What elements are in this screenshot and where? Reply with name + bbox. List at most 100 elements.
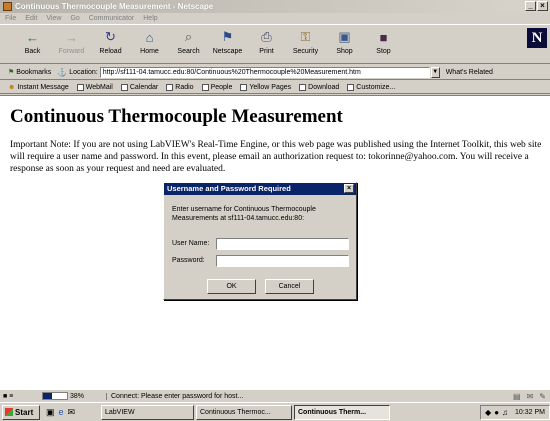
navigator-icon[interactable]: ▤	[513, 392, 521, 401]
dialog-close-button[interactable]: ×	[344, 184, 354, 193]
yellow-pages-label: Yellow Pages	[249, 83, 292, 91]
stop-button[interactable]: ■ Stop	[365, 25, 402, 63]
password-label: Password:	[172, 257, 205, 264]
personal-toolbar: ☻ Instant Message WebMail Calendar Radio …	[0, 81, 550, 94]
internet-explorer-icon[interactable]: e	[59, 407, 64, 418]
search-icon: ⌕	[184, 29, 193, 44]
instant-message-link[interactable]: ☻ Instant Message	[8, 84, 69, 91]
menu-help[interactable]: Help	[143, 15, 157, 22]
calendar-label: Calendar	[129, 83, 159, 91]
progress-bar	[42, 392, 68, 400]
menu-bar: File Edit View Go Communicator Help	[0, 13, 550, 24]
windows-taskbar: Start ▣ e ✉ LabVIEW Continuous Thermoc..…	[0, 402, 550, 421]
netscape-app-icon	[3, 2, 12, 11]
calendar-link[interactable]: Calendar	[120, 83, 159, 91]
security-button[interactable]: ⚿ Security	[287, 25, 324, 63]
search-button-label: Search	[177, 48, 200, 55]
bookmark-page-icon	[201, 83, 209, 91]
mail-icon[interactable]: ✉	[527, 392, 534, 401]
quick-launch: ▣ e ✉	[46, 407, 101, 418]
webmail-link[interactable]: WebMail	[76, 83, 113, 91]
home-button-label: Home	[140, 48, 159, 55]
start-label: Start	[15, 407, 34, 417]
volume-icon[interactable]: ♫	[502, 408, 508, 417]
reload-button[interactable]: ↻ Reload	[92, 25, 129, 63]
menu-file[interactable]: File	[5, 15, 16, 22]
netscape-button-label: Netscape	[212, 48, 243, 55]
shop-button[interactable]: ▣ Shop	[326, 25, 363, 63]
username-input[interactable]	[216, 238, 349, 250]
whats-related-button[interactable]: What's Related	[446, 69, 493, 76]
download-link[interactable]: Download	[299, 83, 340, 91]
security-status-icon[interactable]: ■ ≡	[0, 393, 40, 400]
bookmark-page-icon	[76, 83, 84, 91]
window-controls: _ ×	[525, 1, 548, 11]
progress-fill	[43, 393, 53, 399]
bookmarks-label: Bookmarks	[16, 68, 52, 76]
security-button-label: Security	[292, 48, 319, 55]
task-labview[interactable]: LabVIEW	[101, 404, 194, 420]
status-message: Connect: Please enter password for host.…	[106, 392, 513, 400]
back-arrow-icon: ←	[26, 29, 39, 45]
important-note: Important Note: If you are not using Lab…	[10, 140, 542, 174]
chevron-down-icon[interactable]: ▼	[430, 66, 440, 78]
bookmark-page-icon	[299, 83, 307, 91]
menu-view[interactable]: View	[46, 15, 61, 22]
location-label: Location:	[69, 68, 98, 76]
forward-arrow-icon: →	[65, 29, 78, 45]
search-button[interactable]: ⌕ Search	[170, 25, 207, 63]
tray-icon[interactable]: ◆	[485, 408, 491, 417]
people-label: People	[210, 83, 233, 91]
windows-logo-icon	[5, 408, 13, 416]
forward-button[interactable]: → Forward	[53, 25, 90, 63]
print-button[interactable]: ⎙ Print	[248, 25, 285, 63]
location-url-field[interactable]: http://sf111-04.tamucc.edu:80/Continuous…	[99, 66, 430, 78]
print-button-label: Print	[259, 48, 274, 55]
cancel-button[interactable]: Cancel	[265, 279, 314, 294]
desktop-icon[interactable]: ▣	[46, 407, 55, 418]
radio-link[interactable]: Radio	[166, 83, 194, 91]
location-icon: ⚓	[57, 67, 68, 77]
reload-button-label: Reload	[99, 48, 122, 55]
menu-edit[interactable]: Edit	[25, 15, 37, 22]
stop-button-label: Stop	[376, 48, 391, 55]
system-tray: ◆ ● ♫ 10:32 PM	[480, 404, 550, 420]
outlook-icon[interactable]: ✉	[68, 407, 76, 418]
download-label: Download	[308, 83, 340, 91]
start-button[interactable]: Start	[2, 404, 40, 420]
yellow-pages-link[interactable]: Yellow Pages	[240, 83, 292, 91]
people-link[interactable]: People	[201, 83, 233, 91]
clock: 10:32 PM	[515, 408, 545, 416]
close-window-button[interactable]: ×	[537, 1, 548, 11]
bookmark-page-icon	[120, 83, 128, 91]
menu-communicator[interactable]: Communicator	[89, 15, 135, 22]
location-toolbar: ⚑ Bookmarks ⚓ Location: http://sf111-04.…	[0, 65, 550, 80]
back-button[interactable]: ← Back	[14, 25, 51, 63]
task-continuous-thermocouple-2[interactable]: Continuous Therm...	[294, 404, 390, 420]
radio-label: Radio	[175, 83, 194, 91]
netscape-icon: ⚑	[221, 29, 234, 44]
menu-go[interactable]: Go	[70, 15, 79, 22]
status-bar: ■ ≡ 38% Connect: Please enter password f…	[0, 389, 550, 402]
webmail-label: WebMail	[85, 83, 113, 91]
ok-button[interactable]: OK	[207, 279, 256, 294]
back-button-label: Back	[24, 48, 41, 55]
task-continuous-thermocouple-1[interactable]: Continuous Thermoc...	[196, 404, 292, 420]
password-input[interactable]	[216, 255, 349, 267]
dialog-titlebar: Username and Password Required ×	[164, 183, 356, 195]
bookmarks-button[interactable]: ⚑ Bookmarks	[8, 68, 52, 77]
customize-link[interactable]: Customize...	[347, 83, 396, 91]
minimize-button[interactable]: _	[525, 1, 536, 11]
component-bar: ▤ ✉ ✎	[513, 392, 550, 401]
reload-icon: ↻	[105, 29, 116, 44]
home-button[interactable]: ⌂ Home	[131, 25, 168, 63]
dialog-title: Username and Password Required	[167, 184, 291, 193]
netscape-button[interactable]: ⚑ Netscape	[209, 25, 246, 63]
progress-percent: 38%	[70, 392, 85, 400]
shop-bag-icon: ▣	[338, 29, 351, 44]
customize-label: Customize...	[356, 83, 396, 91]
composer-icon[interactable]: ✎	[539, 392, 546, 401]
tray-icon[interactable]: ●	[494, 408, 499, 417]
username-label: User Name:	[172, 240, 210, 247]
bookmark-page-icon	[166, 83, 174, 91]
